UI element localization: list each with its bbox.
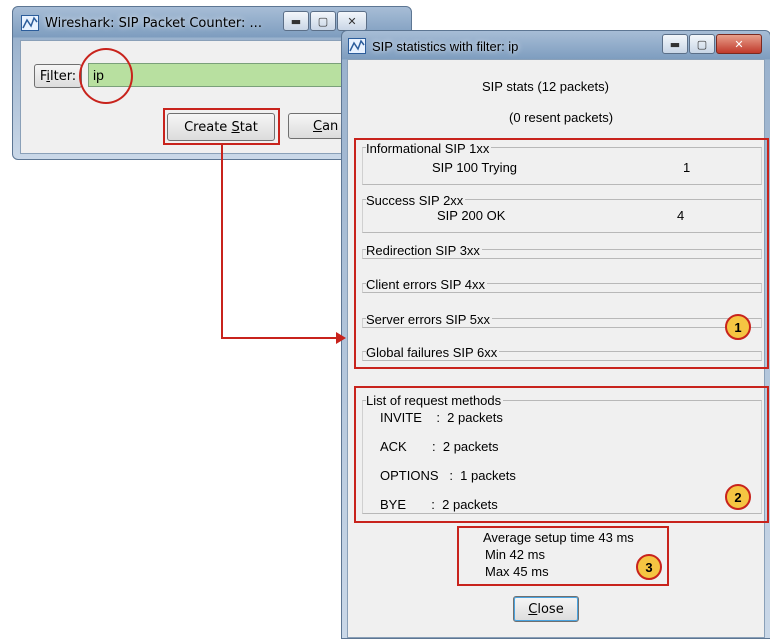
annotation-arrow bbox=[221, 143, 346, 344]
